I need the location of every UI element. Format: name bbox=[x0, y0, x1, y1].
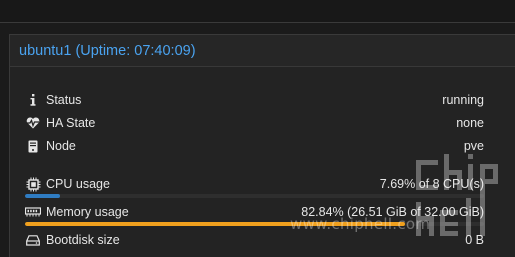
top-bar bbox=[0, 0, 515, 23]
bootdisk-label: Bootdisk size bbox=[46, 233, 120, 247]
status-row: Status running bbox=[24, 91, 484, 109]
status-value: running bbox=[442, 93, 484, 107]
status-label: Status bbox=[46, 93, 82, 107]
cpu-usage-bar-fill bbox=[25, 194, 61, 198]
ha-state-value: none bbox=[456, 116, 484, 130]
disk-icon bbox=[24, 233, 42, 247]
memory-icon bbox=[24, 205, 42, 219]
cpu-usage-label: CPU usage bbox=[46, 177, 110, 191]
panel-header: ubuntu1 (Uptime: 07:40:09) bbox=[10, 35, 515, 67]
ha-state-row: HA State none bbox=[24, 114, 484, 132]
node-label: Node bbox=[46, 139, 76, 153]
watermark-logo bbox=[416, 154, 498, 236]
ha-state-label: HA State bbox=[46, 116, 96, 130]
watermark-url: www.chiphell.com bbox=[290, 215, 431, 233]
panel-title: ubuntu1 (Uptime: 07:40:09) bbox=[19, 42, 196, 59]
info-icon bbox=[24, 93, 42, 107]
memory-usage-label: Memory usage bbox=[46, 205, 129, 219]
server-icon bbox=[24, 139, 42, 153]
cpu-icon bbox=[24, 177, 42, 191]
heartbeat-icon bbox=[24, 116, 42, 130]
